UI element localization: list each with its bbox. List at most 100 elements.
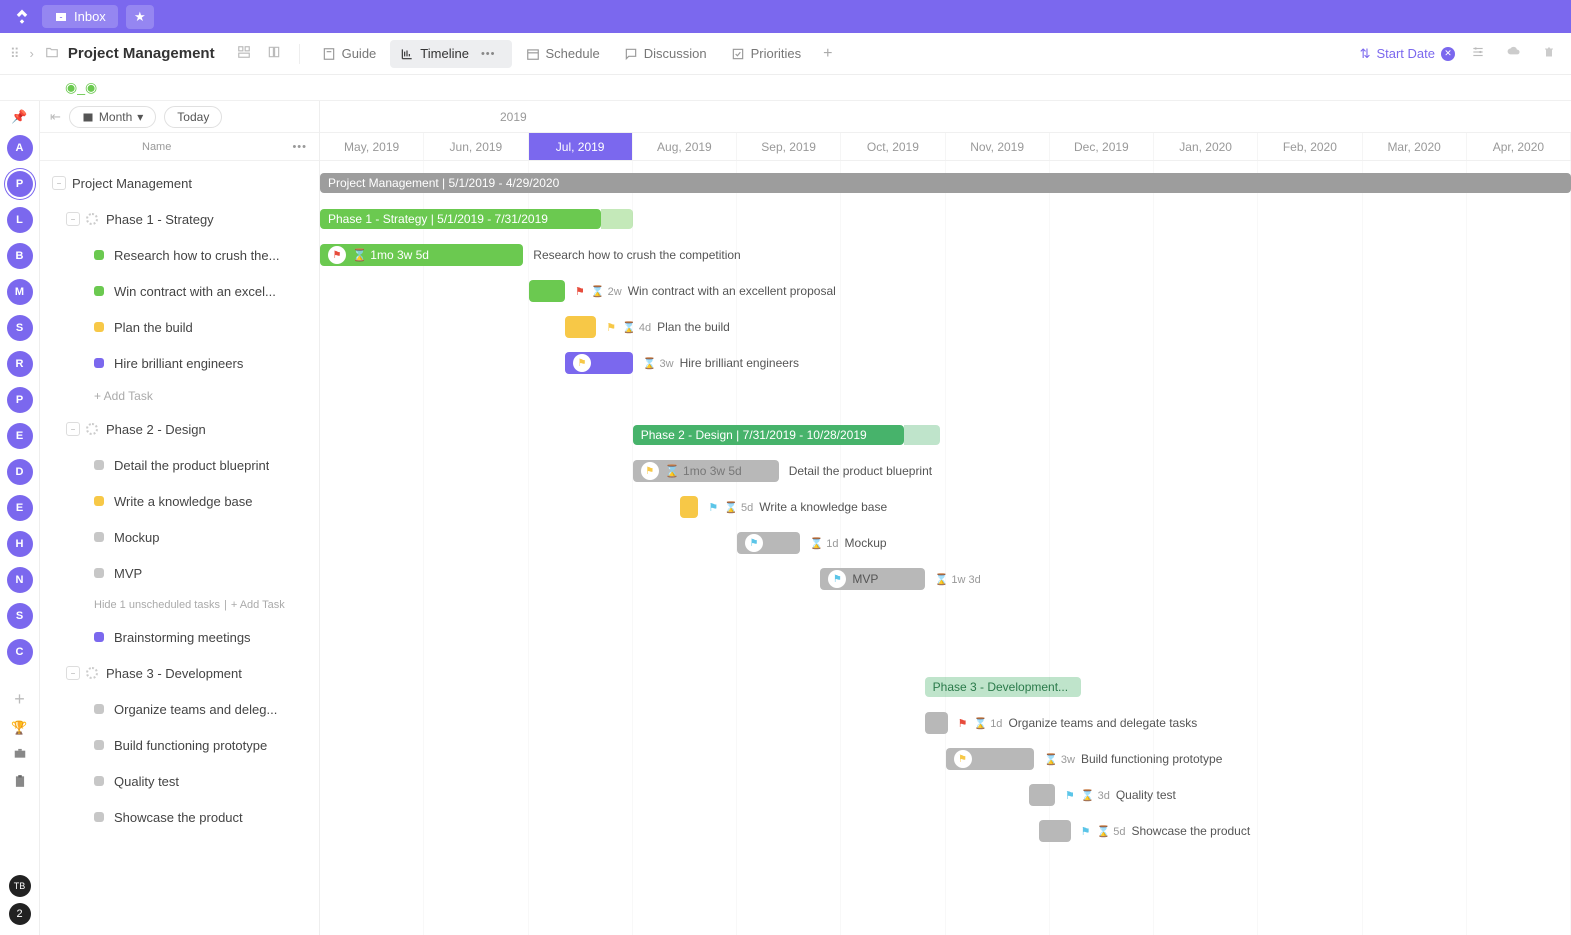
add-tab-button[interactable]: + [815,45,840,63]
gantt-bar[interactable]: ⚑⌛ 3w Hire brilliant engineers [565,352,633,374]
tab-discussion[interactable]: Discussion [614,40,717,67]
star-button[interactable]: ★ [126,5,154,29]
user-badge[interactable]: TB [9,875,31,897]
tree-row[interactable]: Brainstorming meetings [40,619,319,655]
gantt-bar[interactable]: ⚑⌛ 1d Mockup [737,532,800,554]
avatar[interactable]: P [7,387,33,413]
tree-row[interactable]: Research how to crush the... [40,237,319,273]
tab-schedule[interactable]: Schedule [516,40,610,67]
gantt-bar[interactable]: ⚑⌛ 3w Build functioning prototype [946,748,1035,770]
gantt-bar[interactable]: ⚑ ⌛ 5d Write a knowledge base [680,496,699,518]
avatar[interactable]: M [7,279,33,305]
tab-guide[interactable]: Guide [312,40,387,67]
clear-filter-icon[interactable]: ✕ [1441,47,1455,61]
briefcase-icon[interactable] [12,746,28,763]
avatar[interactable]: S [7,315,33,341]
add-member-button[interactable]: + [14,689,25,710]
avatar[interactable]: E [7,423,33,449]
tree-row[interactable]: −Project Management [40,165,319,201]
month-header[interactable]: Dec, 2019 [1050,133,1154,160]
add-task-button[interactable]: + Add Task [40,381,319,411]
gantt-bar[interactable]: ⚑ ⌛ 4d Plan the build [565,316,596,338]
settings-icon[interactable] [1465,45,1491,62]
avatar[interactable]: H [7,531,33,557]
month-header[interactable]: Apr, 2020 [1467,133,1571,160]
tab-options-icon[interactable]: ••• [475,46,502,62]
month-header[interactable]: Jul, 2019 [529,133,633,160]
notification-count[interactable]: 2 [9,903,31,925]
tree-row[interactable]: Write a knowledge base [40,483,319,519]
add-task-button[interactable]: + Add Task [231,599,285,611]
inbox-button[interactable]: Inbox [42,5,118,28]
gantt-bar[interactable]: ⚑MVP⌛ 1w 3d [820,568,924,590]
month-header[interactable]: Mar, 2020 [1363,133,1467,160]
avatar[interactable]: S [7,603,33,629]
trophy-icon[interactable]: 🏆 [11,720,27,736]
gantt-bar[interactable]: ⚑ ⌛ 3d Quality test [1029,784,1055,806]
tree-row[interactable]: Organize teams and deleg... [40,691,319,727]
gantt-bar[interactable]: ⚑ ⌛ 2w Win contract with an excellent pr… [529,280,565,302]
tree-row[interactable]: −Phase 1 - Strategy [40,201,319,237]
avatar[interactable]: L [7,207,33,233]
month-header[interactable]: Jan, 2020 [1154,133,1258,160]
month-header[interactable]: Jun, 2019 [424,133,528,160]
tree-row[interactable]: Hire brilliant engineers [40,345,319,381]
collapse-sidebar-icon[interactable]: ⇤ [50,109,61,125]
avatar[interactable]: B [7,243,33,269]
start-date-filter[interactable]: ⇅ Start Date ✕ [1360,46,1455,62]
sidebar-header: Name ••• [40,133,319,161]
tree-row[interactable]: Showcase the product [40,799,319,835]
cloud-icon[interactable] [1501,45,1527,62]
avatar[interactable]: D [7,459,33,485]
tree-row[interactable]: Detail the product blueprint [40,447,319,483]
tree-row[interactable]: Build functioning prototype [40,727,319,763]
month-header[interactable]: Aug, 2019 [633,133,737,160]
gantt-bar[interactable]: Phase 3 - Development... [925,677,1081,697]
month-header[interactable]: Sep, 2019 [737,133,841,160]
subbar: ◉_◉ [0,75,1571,101]
today-button[interactable]: Today [164,106,222,128]
month-axis: May, 2019Jun, 2019Jul, 2019Aug, 2019Sep,… [320,133,1571,161]
grip-icon[interactable]: ⠿ [10,46,20,62]
tree-row[interactable]: Mockup [40,519,319,555]
avatar[interactable]: R [7,351,33,377]
clipboard-icon[interactable] [13,773,27,792]
avatar[interactable]: C [7,639,33,665]
gantt-chart[interactable]: 2019 May, 2019Jun, 2019Jul, 2019Aug, 201… [320,101,1571,935]
sort-icon: ⇅ [1360,46,1371,62]
month-header[interactable]: May, 2019 [320,133,424,160]
page-title: Project Management [68,45,215,62]
tree-row[interactable]: −Phase 3 - Development [40,655,319,691]
gantt-bar[interactable]: Project Management | 5/1/2019 - 4/29/202… [320,173,1571,193]
month-header[interactable]: Nov, 2019 [946,133,1050,160]
avatar[interactable]: E [7,495,33,521]
tree-row[interactable]: Quality test [40,763,319,799]
tab-priorities[interactable]: Priorities [721,40,812,67]
list-view-icon[interactable] [231,45,257,62]
tree-row[interactable]: Win contract with an excel... [40,273,319,309]
tree-row[interactable]: Plan the build [40,309,319,345]
tree-row[interactable]: −Phase 2 - Design [40,411,319,447]
app-logo-icon[interactable] [10,5,34,29]
gantt-bar[interactable]: Phase 1 - Strategy | 5/1/2019 - 7/31/201… [320,209,601,229]
month-header[interactable]: Feb, 2020 [1258,133,1362,160]
sidebar-more-icon[interactable]: ••• [292,141,307,153]
pin-icon[interactable]: 📌 [11,109,27,125]
gantt-bar[interactable]: ⚑⌛ 1mo 3w 5dDetail the product blueprint [633,460,779,482]
chevron-right-icon[interactable]: › [24,46,40,61]
avatar[interactable]: N [7,567,33,593]
month-header[interactable]: Oct, 2019 [841,133,945,160]
robot-icon[interactable]: ◉_◉ [65,79,97,96]
avatar[interactable]: A [7,135,33,161]
tree-row[interactable]: MVP [40,555,319,591]
timescale-select[interactable]: Month ▾ [69,106,156,128]
gantt-bar[interactable]: ⚑ ⌛ 5d Showcase the product [1039,820,1070,842]
gantt-bar[interactable]: ⚑ ⌛ 1d Organize teams and delegate tasks [925,712,948,734]
tab-timeline[interactable]: Timeline••• [390,40,511,68]
avatar[interactable]: P [7,171,33,197]
gantt-bar[interactable]: ⚑⌛ 1mo 3w 5dResearch how to crush the co… [320,244,523,266]
gantt-bar[interactable]: Phase 2 - Design | 7/31/2019 - 10/28/201… [633,425,904,445]
hide-unscheduled[interactable]: Hide 1 unscheduled tasks [94,599,220,611]
book-icon[interactable] [261,45,287,62]
trash-icon[interactable] [1537,45,1561,62]
